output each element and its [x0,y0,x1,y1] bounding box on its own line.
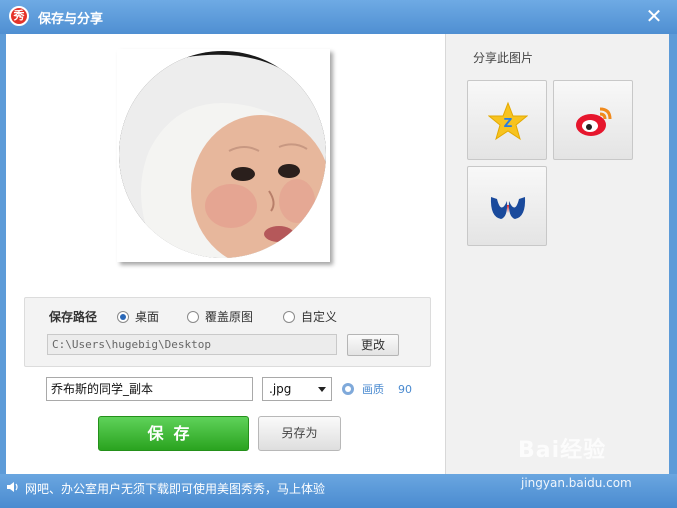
save-as-button[interactable]: 另存为 [258,416,341,451]
radio-dot-icon [283,310,295,323]
save-button[interactable]: 保存 [98,416,249,451]
baby-photo-drawing [119,51,326,258]
change-path-button[interactable]: 更改 [347,334,399,356]
file-extension-select[interactable]: .jpg [262,377,332,401]
close-button[interactable]: ✕ [643,5,665,27]
radio-overwrite-label: 覆盖原图 [205,310,254,324]
dropdown-arrow-icon [318,387,326,392]
meitu-logo-icon: 秀 [9,6,29,26]
radio-overwrite[interactable]: 覆盖原图 [187,308,253,325]
watermark-url: jingyan.baidu.com [521,476,632,490]
window-title: 保存与分享 [38,12,104,27]
radio-custom-label: 自定义 [301,310,338,324]
file-name-input[interactable]: 乔布斯的同学_副本 [46,377,253,401]
radio-custom[interactable]: 自定义 [283,308,337,325]
share-panel: 分享此图片 Z [445,34,669,474]
radio-desktop-label: 桌面 [135,310,160,324]
save-path-panel: 保存路径 桌面 覆盖原图 自定义 C:\Users\hugebig\Deskto… [24,297,431,367]
gear-icon [342,383,354,395]
dialog-body: 保存路径 桌面 覆盖原图 自定义 C:\Users\hugebig\Deskto… [6,34,669,474]
baby-photo-image [119,51,326,258]
save-path-field[interactable]: C:\Users\hugebig\Desktop [47,334,337,355]
status-promo-link[interactable]: 网吧、办公室用户无须下载即可使用美图秀秀，马上体验 [25,480,325,497]
share-title: 分享此图片 [473,51,534,65]
radio-desktop[interactable]: 桌面 [117,308,159,325]
renren-icon [490,197,526,219]
radio-dot-icon [187,310,199,323]
speaker-icon [7,482,18,492]
photo-preview [117,49,330,262]
qzone-icon: Z [488,101,528,141]
save-share-dialog: 秀 保存与分享 ✕ 保存路径 桌面 覆盖原图 自定义 C:\Users\huge… [0,0,677,508]
share-weibo-button[interactable] [553,80,633,160]
save-path-label: 保存路径 [49,310,98,324]
weibo-icon [576,107,612,136]
quality-value: 90 [398,382,412,396]
svg-text:Z: Z [504,116,513,130]
radio-dot-checked-icon [117,310,129,323]
share-qzone-button[interactable]: Z [467,80,547,160]
share-renren-button[interactable] [467,166,547,246]
title-bar: 秀 保存与分享 ✕ [0,0,677,34]
file-extension-value: .jpg [269,382,292,396]
baidu-jingyan-watermark: Bai经验 [518,438,607,463]
quality-setting[interactable]: 画质 90 [342,381,412,397]
quality-label[interactable]: 画质 [362,381,384,397]
